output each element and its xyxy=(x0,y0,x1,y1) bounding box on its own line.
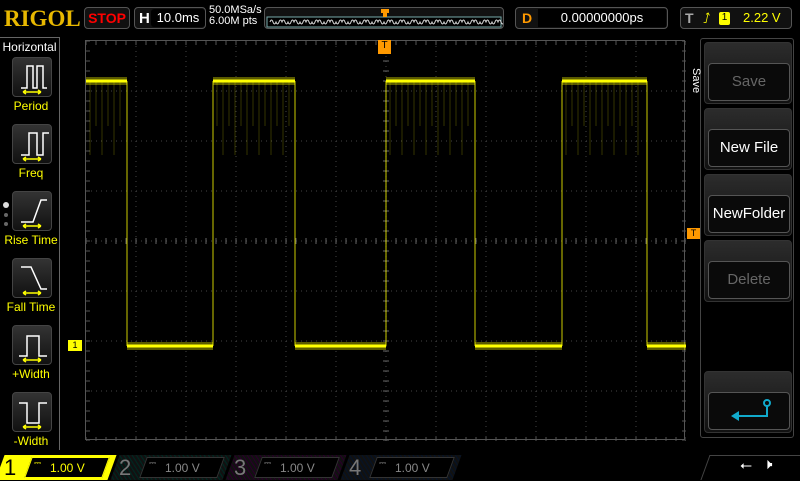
save-menu-title: Save xyxy=(690,68,702,94)
measure-fall-time-label: Fall Time xyxy=(6,300,56,314)
save-label: Save xyxy=(708,63,790,101)
measure-rise-time-button[interactable] xyxy=(12,191,52,231)
timebase-value: 10.0ms xyxy=(151,9,205,27)
channel-1-button[interactable]: 1 ⎓ 1.00 V xyxy=(0,455,117,480)
trigger-position-marker[interactable]: T xyxy=(378,40,391,54)
channel-3-button[interactable]: 3 ⎓ 1.00 V xyxy=(225,455,347,480)
measure-plus-width-button[interactable] xyxy=(12,325,52,365)
minus-width-icon xyxy=(19,402,47,430)
save-button[interactable]: Save xyxy=(704,42,792,104)
back-button[interactable] xyxy=(704,371,792,433)
new-folder-label: NewFolder xyxy=(708,195,790,233)
channel-number: 3 xyxy=(234,455,247,480)
navigator-preview xyxy=(266,9,505,28)
freq-icon xyxy=(21,132,49,162)
run-stop-status[interactable]: STOP xyxy=(84,7,130,29)
speaker-muted-icon: 🕨 xyxy=(763,456,773,473)
new-folder-button[interactable]: NewFolder xyxy=(704,174,792,236)
acquisition-info: 50.0MSa/s 6.00M pts xyxy=(209,5,262,27)
measure-fall-time-button[interactable] xyxy=(12,258,52,298)
measure-freq-label: Freq xyxy=(18,166,44,180)
timebase-box[interactable]: H 10.0ms xyxy=(134,7,206,29)
ch1-ground-marker[interactable]: 1 xyxy=(68,340,82,351)
measure-rise-time-label: Rise Time xyxy=(4,233,58,247)
dc-coupling-icon: ⎓ xyxy=(379,458,387,468)
page-dot xyxy=(4,213,8,217)
new-file-button[interactable]: New File xyxy=(704,108,792,170)
measure-minus-width-button[interactable] xyxy=(12,392,52,432)
plus-width-icon xyxy=(19,335,47,363)
trigger-level-marker[interactable]: T xyxy=(687,228,700,239)
channel-number: 4 xyxy=(349,455,362,480)
measure-period-button[interactable] xyxy=(12,57,52,97)
delay-box[interactable]: D 0.00000000ps xyxy=(515,7,668,29)
trigger-level: 2.22 V xyxy=(743,10,781,25)
delay-value: 0.00000000ps xyxy=(538,9,666,27)
trigger-source: 1 xyxy=(719,12,730,25)
page-dot xyxy=(4,222,8,226)
measure-minus-width-label: -Width xyxy=(13,434,49,448)
channel-scale: 1.00 V xyxy=(50,461,85,475)
menu-title: Horizontal xyxy=(2,40,57,54)
rigol-logo: RIGOL xyxy=(4,6,81,31)
usb-icon: ⭠ xyxy=(740,457,753,474)
channel-scale: 1.00 V xyxy=(280,461,315,475)
t-label: T xyxy=(685,10,694,26)
waveform-navigator[interactable] xyxy=(264,7,505,29)
h-label: H xyxy=(139,10,150,27)
measure-period-label: Period xyxy=(13,99,49,113)
rise-time-icon xyxy=(21,199,47,229)
trigger-box[interactable]: T ⭜ 1 2.22 V xyxy=(680,7,792,29)
delete-button[interactable]: Delete xyxy=(704,240,792,302)
d-label: D xyxy=(522,10,533,26)
channel-scale: 1.00 V xyxy=(395,461,430,475)
page-dot-active xyxy=(3,202,9,208)
new-file-label: New File xyxy=(708,129,790,167)
trigger-position-icon xyxy=(381,9,389,17)
dc-coupling-icon: ⎓ xyxy=(34,458,42,468)
measure-freq-button[interactable] xyxy=(12,124,52,164)
waveform-plot xyxy=(85,40,687,442)
delete-label: Delete xyxy=(708,261,790,299)
dc-coupling-icon: ⎓ xyxy=(149,458,157,468)
channel-scale: 1.00 V xyxy=(165,461,200,475)
channel-number: 1 xyxy=(4,455,17,480)
rising-edge-icon: ⭜ xyxy=(703,10,711,26)
waveform-display[interactable] xyxy=(85,40,687,442)
dc-coupling-icon: ⎓ xyxy=(264,458,272,468)
channel-2-button[interactable]: 2 ⎓ 1.00 V xyxy=(110,455,232,480)
fall-time-icon xyxy=(21,266,47,296)
measure-plus-width-label: +Width xyxy=(12,367,50,381)
channel-4-button[interactable]: 4 ⎓ 1.00 V xyxy=(340,455,462,480)
return-arrow-icon xyxy=(708,392,790,430)
channel-number: 2 xyxy=(119,455,132,480)
period-icon xyxy=(21,65,47,95)
memory-depth: 6.00M pts xyxy=(209,15,258,27)
